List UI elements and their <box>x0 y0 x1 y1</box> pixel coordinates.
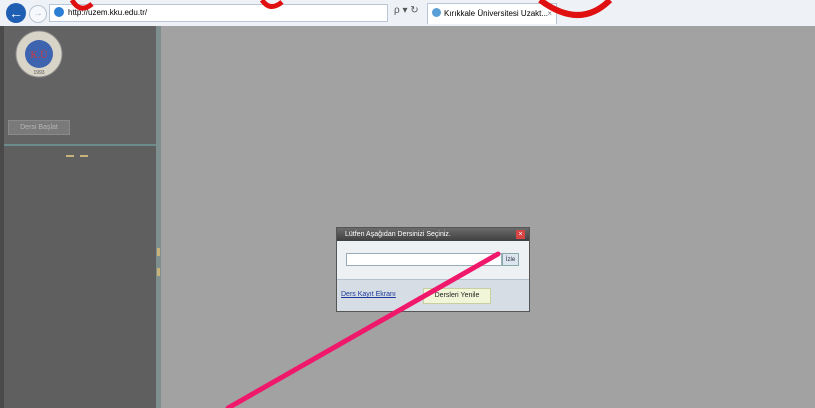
course-select-dialog: Lütfen Aşağıdan Dersinizi Seçiniz. × İzl… <box>336 227 530 312</box>
browser-toolbar: ← → http://uzem.kku.edu.tr/ ρ ▾ ↻ Kırıkk… <box>0 0 815 27</box>
tab-close-icon[interactable]: × <box>547 4 552 24</box>
forward-button[interactable]: → <box>29 5 47 23</box>
course-select-input[interactable] <box>346 253 502 266</box>
logo-year: 1993 <box>33 70 44 76</box>
dialog-body: İzle <box>337 241 529 279</box>
back-button[interactable]: ← <box>6 3 26 23</box>
watch-button[interactable]: İzle <box>502 253 519 266</box>
dialog-title: Lütfen Aşağıdan Dersinizi Seçiniz. <box>345 231 451 238</box>
ie-icon <box>54 7 64 17</box>
university-logo: K.Ü 1993 <box>15 30 63 78</box>
browser-tab[interactable]: Kırıkkale Üniversitesi Uzakt... × <box>427 3 557 24</box>
logo-initials: K.Ü <box>31 49 49 61</box>
tab-title: Kırıkkale Üniversitesi Uzakt... <box>444 9 549 18</box>
main-area <box>161 26 815 408</box>
left-panel: K.Ü 1993 Dersi Başlat <box>4 26 156 408</box>
splitter-grip[interactable] <box>157 268 160 276</box>
panel-resize-grip[interactable] <box>66 144 100 157</box>
tab-favicon-icon <box>432 8 441 17</box>
close-icon[interactable]: × <box>516 230 525 239</box>
left-panel-header: K.Ü 1993 Dersi Başlat <box>4 26 156 146</box>
course-register-link[interactable]: Ders Kayıt Ekranı <box>341 291 396 298</box>
address-text: http://uzem.kku.edu.tr/ <box>68 8 148 17</box>
splitter-grip[interactable] <box>157 248 160 256</box>
address-bar[interactable]: http://uzem.kku.edu.tr/ <box>49 4 388 22</box>
search-refresh-icons[interactable]: ρ ▾ ↻ <box>394 5 419 16</box>
dialog-title-bar: Lütfen Aşağıdan Dersinizi Seçiniz. × <box>337 228 529 241</box>
dialog-footer: Ders Kayıt Ekranı Dersleri Yenile <box>337 279 529 311</box>
refresh-courses-button[interactable]: Dersleri Yenile <box>423 288 491 304</box>
start-lesson-button[interactable]: Dersi Başlat <box>8 120 70 135</box>
